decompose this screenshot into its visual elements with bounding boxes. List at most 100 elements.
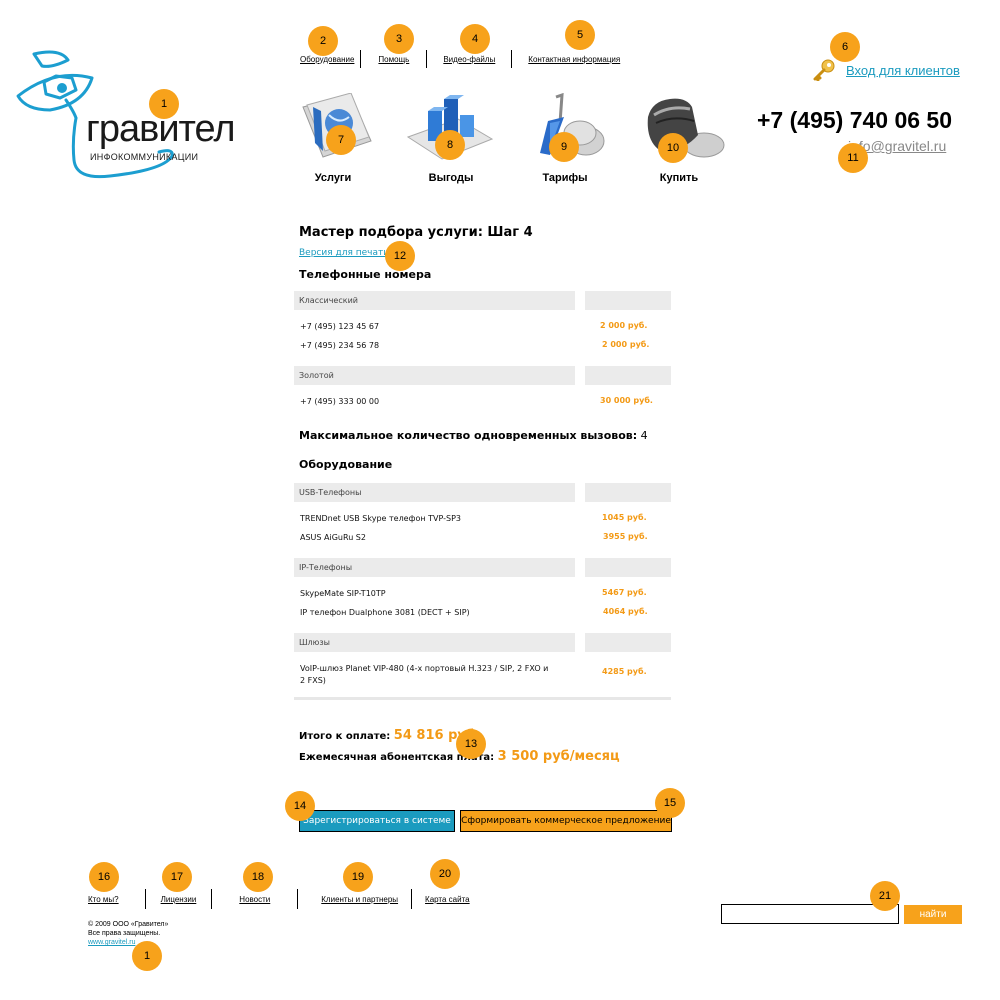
item-price: 1045 руб. [602, 513, 647, 522]
callout-badge: 14 [285, 791, 315, 821]
item-name: VoIP-шлюз Planet VIP-480 (4-х портовый H… [300, 664, 549, 685]
rights-text: Все права защищены. [88, 930, 161, 937]
callout-badge: 9 [549, 132, 579, 162]
footer-link-clients[interactable]: Клиенты и партнеры [321, 895, 398, 904]
logo-tagline: ИНФОКОММУНИКАЦИИ [90, 152, 199, 162]
service-wizard: Мастер подбора услуги: Шаг 4 Версия для … [294, 225, 674, 764]
item-name: SkypeMate SIP-T10TP [300, 589, 386, 598]
menu-label-buy: Купить [659, 172, 699, 184]
callout-badge: 1 [132, 941, 162, 971]
item-name: IP телефон Dualphone 3081 (DECT + SIP) [300, 608, 470, 617]
copyright-block: © 2009 ООО «Гравител» Все права защищены… [88, 920, 168, 947]
item-price: 2 000 руб. [602, 340, 650, 349]
table-row: ASUS AiGuRu S2 3955 руб. [294, 528, 674, 547]
callout-badge: 5 [565, 20, 595, 50]
callout-badge: 1 [149, 89, 179, 119]
footer-nav-divider [144, 889, 146, 909]
category-label: Классический [294, 291, 575, 310]
callout-badge: 7 [326, 125, 356, 155]
menu-label-tariffs: Тарифы [542, 172, 588, 184]
monthly-value: 3 500 руб/месяц [497, 749, 620, 764]
category-row: Шлюзы [294, 633, 674, 652]
item-price: 2 000 руб. [600, 321, 648, 330]
item-name: TRENDnet USB Skype телефон TVP-SP3 [300, 514, 461, 523]
menu-label-benefits: Выгоды [428, 172, 474, 184]
footer-nav-divider [411, 889, 413, 909]
callout-badge: 8 [435, 130, 465, 160]
category-label: Золотой [294, 366, 575, 385]
print-version-link[interactable]: Версия для печати [299, 248, 389, 258]
category-row: IP-Телефоны [294, 558, 674, 577]
callout-badge: 6 [830, 32, 860, 62]
item-price: 3955 руб. [603, 532, 648, 541]
table-row: +7 (495) 123 45 67 2 000 руб. [294, 317, 674, 336]
callout-badge: 15 [655, 788, 685, 818]
site-link[interactable]: www.gravitel.ru [88, 939, 135, 946]
table-row: IP телефон Dualphone 3081 (DECT + SIP) 4… [294, 603, 674, 622]
top-nav-help[interactable]: Помощь [361, 55, 426, 64]
callout-badge: 10 [658, 133, 688, 163]
monthly-fee: Ежемесячная абонентская плата: 3 500 руб… [299, 749, 674, 764]
item-price: 4285 руб. [602, 667, 647, 676]
page-title: Мастер подбора услуги: Шаг 4 [299, 225, 533, 240]
search-button[interactable]: найти [904, 905, 962, 924]
top-nav: Оборудование Помощь Видео-файлы Контактн… [294, 50, 636, 68]
category-label: USB-Телефоны [294, 483, 575, 502]
top-nav-contacts[interactable]: Контактная информация [512, 55, 636, 64]
category-row: Золотой [294, 366, 674, 385]
item-name: ASUS AiGuRu S2 [300, 533, 366, 542]
item-name: +7 (495) 333 00 00 [300, 397, 380, 406]
key-icon [813, 59, 835, 81]
callout-badge: 4 [460, 24, 490, 54]
category-row: USB-Телефоны [294, 483, 674, 502]
max-calls-label: Максимальное количество одновременных вы… [299, 429, 638, 442]
callout-badge: 16 [89, 862, 119, 892]
footer-link-news[interactable]: Новости [239, 895, 270, 904]
client-login-link[interactable]: Вход для клиентов [846, 63, 960, 78]
category-label: IP-Телефоны [294, 558, 575, 577]
footer-nav: Кто мы? Лицензии Новости Клиенты и партн… [84, 889, 470, 909]
equipment-table: USB-Телефоны TRENDnet USB Skype телефон … [294, 483, 674, 700]
item-price: 4064 руб. [603, 607, 648, 616]
footer-nav-divider [297, 889, 299, 909]
max-calls: Максимальное количество одновременных вы… [299, 429, 674, 442]
table-row: +7 (495) 234 56 78 2 000 руб. [294, 336, 674, 355]
equipment-title: Оборудование [299, 458, 393, 471]
copyright-text: © 2009 ООО «Гравител» [88, 921, 169, 928]
client-login: Вход для клиентов [812, 59, 960, 81]
callout-badge: 20 [430, 859, 460, 889]
table-row: +7 (495) 333 00 00 30 000 руб. [294, 392, 674, 411]
callout-badge: 3 [384, 24, 414, 54]
footer-nav-divider [211, 889, 213, 909]
callout-badge: 19 [343, 862, 373, 892]
callout-badge: 17 [162, 862, 192, 892]
item-price: 30 000 руб. [600, 396, 653, 405]
top-nav-video[interactable]: Видео-файлы [427, 55, 511, 64]
callout-badge: 11 [838, 143, 868, 173]
total-label: Итого к оплате: [299, 731, 391, 742]
callout-badge: 12 [385, 241, 415, 271]
footer-link-about[interactable]: Кто мы? [88, 895, 119, 904]
category-label: Шлюзы [294, 633, 575, 652]
footer-link-licenses[interactable]: Лицензии [161, 895, 197, 904]
search-input[interactable] [721, 904, 899, 924]
table-row: TRENDnet USB Skype телефон TVP-SP3 1045 … [294, 509, 674, 528]
category-row: Классический [294, 291, 674, 310]
callout-badge: 13 [456, 729, 486, 759]
max-calls-value: 4 [640, 429, 648, 442]
total-payment: Итого к оплате: 54 816 руб [299, 728, 674, 743]
table-row: SkypeMate SIP-T10TP 5467 руб. [294, 584, 674, 603]
top-nav-equipment[interactable]: Оборудование [294, 55, 360, 64]
register-button[interactable]: Зарегистрироваться в системе [299, 810, 455, 832]
callout-badge: 2 [308, 26, 338, 56]
contact-phone: +7 (495) 740 06 50 [757, 107, 953, 133]
table-row: VoIP-шлюз Planet VIP-480 (4-х портовый H… [294, 659, 674, 689]
item-price: 5467 руб. [602, 588, 647, 597]
callout-badge: 21 [870, 881, 900, 911]
footer-link-sitemap[interactable]: Карта сайта [425, 895, 470, 904]
callout-badge: 18 [243, 862, 273, 892]
menu-label-services: Услуги [314, 172, 352, 184]
logo[interactable]: гравител ИНФОКОММУНИКАЦИИ [14, 48, 254, 183]
phone-numbers-title: Телефонные номера [299, 268, 432, 281]
commercial-offer-button[interactable]: Сформировать коммерческое предложение [460, 810, 672, 832]
